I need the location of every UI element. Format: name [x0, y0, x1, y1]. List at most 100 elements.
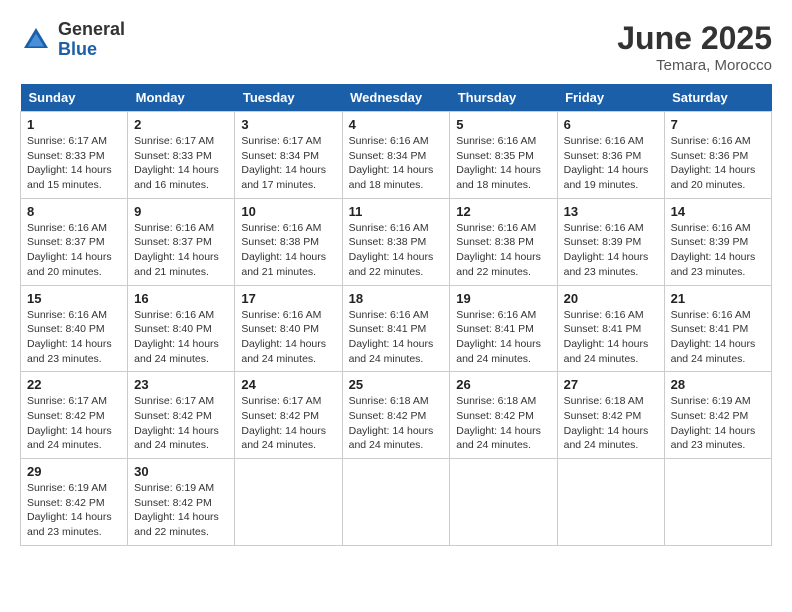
- calendar-cell: 19Sunrise: 6:16 AMSunset: 8:41 PMDayligh…: [450, 285, 557, 372]
- sunset-text: Sunset: 8:34 PM: [241, 150, 319, 162]
- sunset-text: Sunset: 8:40 PM: [241, 323, 319, 335]
- calendar-cell: 23Sunrise: 6:17 AMSunset: 8:42 PMDayligh…: [128, 372, 235, 459]
- logo: General Blue: [20, 20, 125, 60]
- calendar-cell: [342, 459, 450, 546]
- calendar-cell: 26Sunrise: 6:18 AMSunset: 8:42 PMDayligh…: [450, 372, 557, 459]
- day-number: 16: [134, 291, 228, 306]
- day-number: 9: [134, 204, 228, 219]
- day-info: Sunrise: 6:17 AMSunset: 8:42 PMDaylight:…: [134, 394, 228, 453]
- calendar-cell: 28Sunrise: 6:19 AMSunset: 8:42 PMDayligh…: [664, 372, 771, 459]
- calendar-week-row: 22Sunrise: 6:17 AMSunset: 8:42 PMDayligh…: [21, 372, 772, 459]
- day-number: 5: [456, 117, 550, 132]
- day-info: Sunrise: 6:16 AMSunset: 8:41 PMDaylight:…: [671, 308, 765, 367]
- day-info: Sunrise: 6:16 AMSunset: 8:39 PMDaylight:…: [671, 221, 765, 280]
- calendar-cell: 11Sunrise: 6:16 AMSunset: 8:38 PMDayligh…: [342, 198, 450, 285]
- sunset-text: Sunset: 8:38 PM: [349, 236, 427, 248]
- day-number: 18: [349, 291, 444, 306]
- day-number: 12: [456, 204, 550, 219]
- calendar-cell: 14Sunrise: 6:16 AMSunset: 8:39 PMDayligh…: [664, 198, 771, 285]
- calendar-week-row: 1Sunrise: 6:17 AMSunset: 8:33 PMDaylight…: [21, 112, 772, 199]
- calendar-cell: [450, 459, 557, 546]
- day-number: 25: [349, 377, 444, 392]
- sunset-text: Sunset: 8:40 PM: [134, 323, 212, 335]
- logo-general: General: [58, 20, 125, 40]
- day-info: Sunrise: 6:17 AM Sunset: 8:42 PM Daylight:…: [27, 394, 121, 453]
- daylight-text: Daylight: 14 hours and 21 minutes.: [241, 251, 326, 278]
- daylight-text: Daylight: 14 hours and 24 minutes.: [564, 425, 649, 452]
- calendar-cell: 6Sunrise: 6:16 AMSunset: 8:36 PMDaylight…: [557, 112, 664, 199]
- sunrise-text: Sunrise: 6:16 AM: [564, 135, 644, 147]
- header-wednesday: Wednesday: [342, 84, 450, 112]
- header-sunday: Sunday: [21, 84, 128, 112]
- day-number: 30: [134, 464, 228, 479]
- day-info: Sunrise: 6:18 AM Sunset: 8:42 PM Daylight:…: [564, 394, 658, 453]
- day-number: 26: [456, 377, 550, 392]
- sunset-text: Sunset: 8:42 PM: [134, 410, 212, 422]
- daylight-text: Daylight: 14 hours and 24 minutes.: [349, 425, 434, 452]
- calendar-header-row: SundayMondayTuesdayWednesdayThursdayFrid…: [21, 84, 772, 112]
- sunrise-text: Sunrise: 6:17 AM: [241, 135, 321, 147]
- calendar-cell: 2Sunrise: 6:17 AMSunset: 8:33 PMDaylight…: [128, 112, 235, 199]
- daylight-text: Daylight: 14 hours and 22 minutes.: [349, 251, 434, 278]
- calendar-cell: 5 Sunrise: 6:16 AMSunset: 8:35 PMDaylight…: [450, 112, 557, 199]
- sunrise-text: Sunrise: 6:18 AM: [564, 395, 644, 407]
- sunrise-text: Sunrise: 6:17 AM: [27, 395, 107, 407]
- sunrise-text: Sunrise: 6:16 AM: [564, 222, 644, 234]
- sunset-text: Sunset: 8:37 PM: [134, 236, 212, 248]
- daylight-text: Daylight: 14 hours and 23 minutes.: [671, 425, 756, 452]
- daylight-text: Daylight: 14 hours and 20 minutes.: [27, 251, 112, 278]
- calendar-cell: [235, 459, 342, 546]
- day-info: Sunrise: 6:16 AMSunset: 8:41 PMDaylight:…: [564, 308, 658, 367]
- day-number: 19: [456, 291, 550, 306]
- sunset-text: Sunset: 8:42 PM: [564, 410, 642, 422]
- day-info: Sunrise: 6:16 AMSunset: 8:40 PMDaylight:…: [134, 308, 228, 367]
- day-number: 27: [564, 377, 658, 392]
- daylight-text: Daylight: 14 hours and 22 minutes.: [456, 251, 541, 278]
- calendar-cell: 27 Sunrise: 6:18 AM Sunset: 8:42 PM Dayligh…: [557, 372, 664, 459]
- calendar-week-row: 15 Sunrise: 6:16 AMSunset: 8:40 PMDayligh…: [21, 285, 772, 372]
- day-info: Sunrise: 6:17 AMSunset: 8:42 PMDaylight:…: [241, 394, 335, 453]
- day-info: Sunrise: 6:16 AMSunset: 8:35 PMDaylight:…: [456, 134, 550, 193]
- calendar-cell: 3Sunrise: 6:17 AMSunset: 8:34 PMDaylight…: [235, 112, 342, 199]
- sunrise-text: Sunrise: 6:16 AM: [134, 222, 214, 234]
- daylight-text: Daylight: 14 hours and 24 minutes.: [134, 425, 219, 452]
- sunset-text: Sunset: 8:40 PM: [27, 323, 105, 335]
- location: Temara, Morocco: [617, 57, 772, 74]
- sunset-text: Sunset: 8:42 PM: [27, 410, 105, 422]
- daylight-text: Daylight: 14 hours and 23 minutes.: [564, 251, 649, 278]
- calendar-cell: 16 Sunrise: 6:16 AMSunset: 8:40 PMDayligh…: [128, 285, 235, 372]
- daylight-text: Daylight: 14 hours and 23 minutes.: [671, 251, 756, 278]
- calendar-cell: 20Sunrise: 6:16 AMSunset: 8:41 PMDayligh…: [557, 285, 664, 372]
- daylight-text: Daylight: 14 hours and 18 minutes.: [349, 164, 434, 191]
- calendar-table: SundayMondayTuesdayWednesdayThursdayFrid…: [20, 84, 772, 546]
- day-info: Sunrise: 6:17 AMSunset: 8:33 PMDaylight:…: [134, 134, 228, 193]
- sunset-text: Sunset: 8:42 PM: [134, 497, 212, 509]
- day-info: Sunrise: 6:16 AMSunset: 8:36 PMDaylight:…: [564, 134, 658, 193]
- sunrise-text: Sunrise: 6:17 AM: [134, 135, 214, 147]
- day-number: 8: [27, 204, 121, 219]
- sunset-text: Sunset: 8:33 PM: [27, 150, 105, 162]
- day-info: Sunrise: 6:16 AMSunset: 8:38 PMDaylight:…: [241, 221, 335, 280]
- sunrise-text: Sunrise: 6:16 AM: [349, 222, 429, 234]
- daylight-text: Daylight: 14 hours and 22 minutes.: [134, 511, 219, 538]
- day-info: Sunrise: 6:19 AM Sunset: 8:42 PM Daylight:…: [671, 394, 765, 453]
- daylight-text: Daylight: 14 hours and 24 minutes.: [27, 425, 112, 452]
- sunrise-text: Sunrise: 6:19 AM: [671, 395, 751, 407]
- sunset-text: Sunset: 8:36 PM: [671, 150, 749, 162]
- day-number: 29: [27, 464, 121, 479]
- sunrise-text: Sunrise: 6:17 AM: [27, 135, 107, 147]
- day-number: 3: [241, 117, 335, 132]
- day-info: Sunrise: 6:19 AMSunset: 8:42 PMDaylight:…: [27, 481, 121, 540]
- sunrise-text: Sunrise: 6:16 AM: [456, 135, 536, 147]
- sunset-text: Sunset: 8:42 PM: [349, 410, 427, 422]
- day-number: 15: [27, 291, 121, 306]
- day-number: 10: [241, 204, 335, 219]
- calendar-cell: 24Sunrise: 6:17 AMSunset: 8:42 PMDayligh…: [235, 372, 342, 459]
- daylight-text: Daylight: 14 hours and 15 minutes.: [27, 164, 112, 191]
- calendar-cell: 17Sunrise: 6:16 AMSunset: 8:40 PMDayligh…: [235, 285, 342, 372]
- logo-blue: Blue: [58, 40, 125, 60]
- calendar-cell: 7Sunrise: 6:16 AMSunset: 8:36 PMDaylight…: [664, 112, 771, 199]
- day-number: 13: [564, 204, 658, 219]
- sunset-text: Sunset: 8:42 PM: [671, 410, 749, 422]
- day-info: Sunrise: 6:18 AMSunset: 8:42 PMDaylight:…: [349, 394, 444, 453]
